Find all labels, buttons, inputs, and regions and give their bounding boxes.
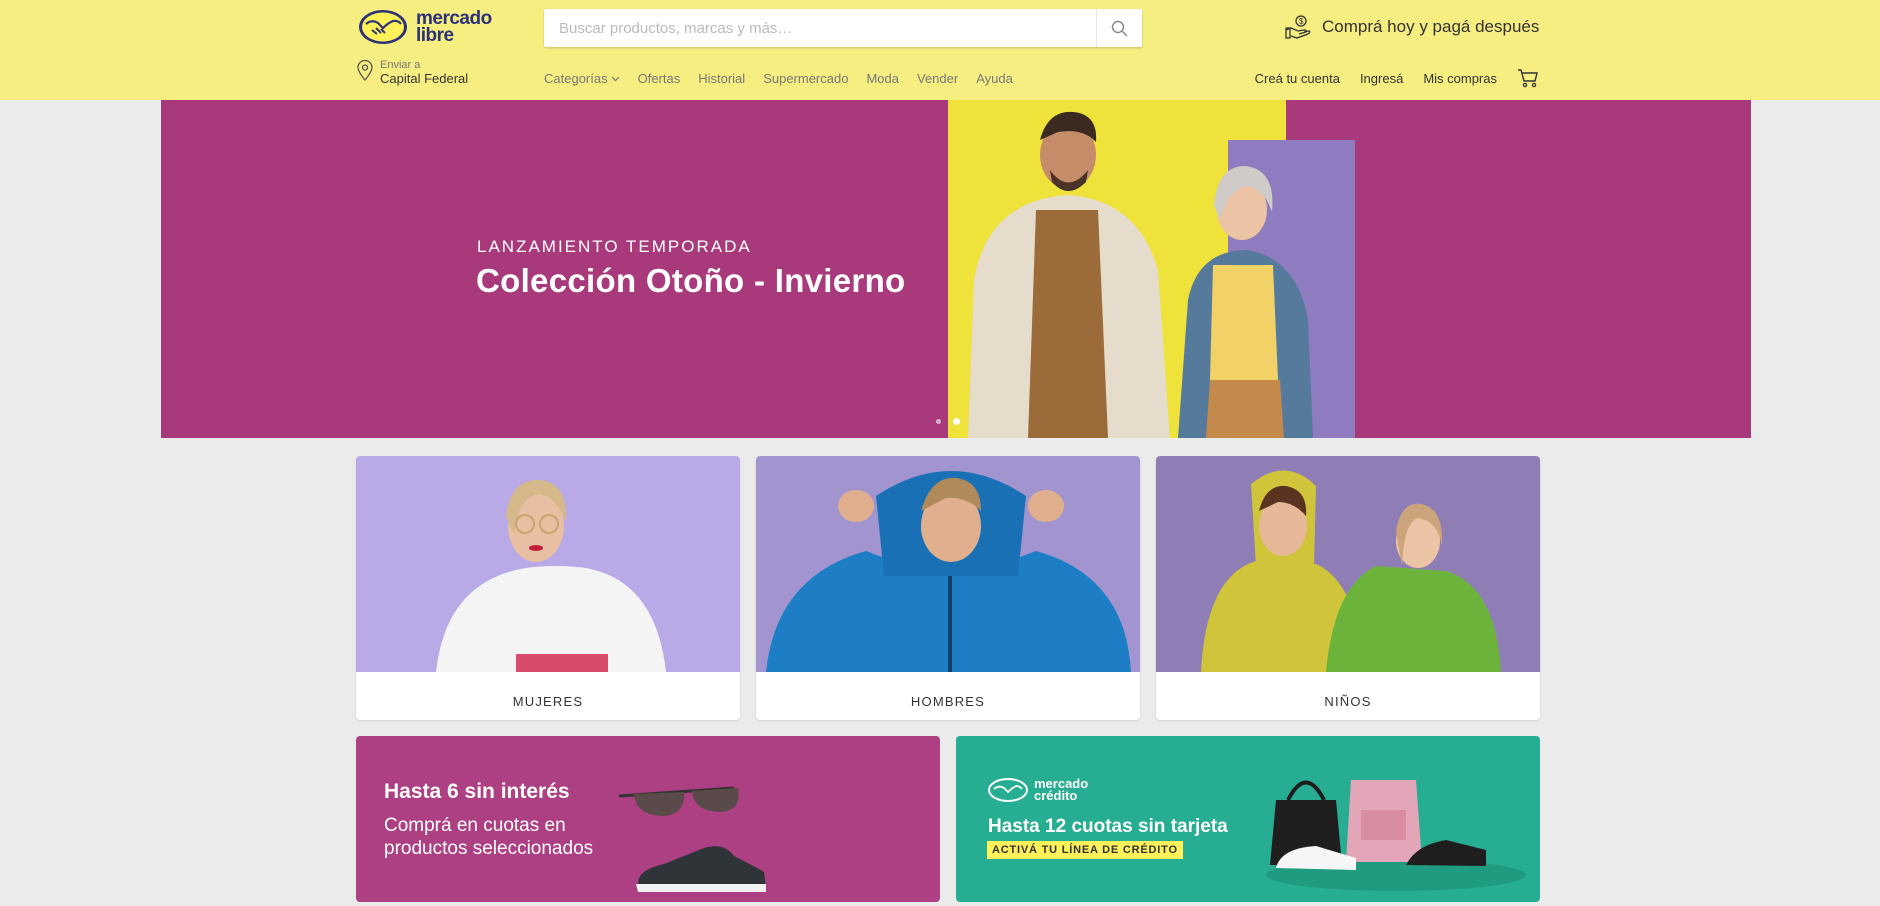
carousel-dot-1[interactable] [936,419,941,424]
location-pin-icon [357,59,373,81]
create-account-link[interactable]: Creá tu cuenta [1255,71,1340,86]
nav-label: Categorías [544,71,608,86]
hero-kicker: LANZAMIENTO TEMPORADA [477,237,752,256]
buy-now-pay-later-promo[interactable]: $ Comprá hoy y pagá después [1284,14,1539,40]
nav-vender[interactable]: Vender [917,71,958,86]
hero-carousel-dots [936,418,960,425]
hero-banner[interactable]: LANZAMIENTO TEMPORADA Colección Otoño - … [161,100,1751,438]
my-purchases-link[interactable]: Mis compras [1423,71,1497,86]
mercado-credito-banner[interactable]: mercado crédito Hasta 12 cuotas sin tarj… [956,736,1540,902]
handshake-logo-icon [988,778,1028,802]
category-card-ninos[interactable]: NIÑOS [1156,456,1540,720]
category-card-mujeres[interactable]: MUJERES [356,456,740,720]
cart-icon[interactable] [1517,68,1539,88]
search-button[interactable] [1096,9,1142,47]
category-label: MUJERES [512,693,584,709]
location-value: Capital Federal [380,71,469,86]
credito-title: Hasta 12 cuotas sin tarjeta [988,816,1228,837]
search-input[interactable] [544,9,1096,47]
mercado-credito-logo: mercado crédito [988,777,1088,803]
search-icon [1111,20,1128,37]
hero-fashion-photo [948,100,1366,438]
promo-text: Comprá hoy y pagá después [1322,17,1540,36]
mercadolibre-logo[interactable]: mercado libre [358,9,492,45]
account-nav: Creá tu cuenta Ingresá Mis compras [1255,68,1539,88]
nav-ofertas[interactable]: Ofertas [638,71,681,86]
installments-title: Hasta 6 sin interés [384,780,570,803]
logo-line2: libre [416,25,454,46]
installments-subtitle: Comprá en cuotas en productos selecciona… [384,815,594,859]
nav-ayuda[interactable]: Ayuda [976,71,1013,86]
main-nav: Categorías Ofertas Historial Supermercad… [544,71,1013,86]
carousel-dot-2[interactable] [953,418,960,425]
search-bar [544,9,1142,47]
installments-banner[interactable]: Hasta 6 sin interés Comprá en cuotas en … [356,736,940,902]
chevron-down-icon [611,76,620,81]
category-label: HOMBRES [910,693,986,709]
bags-shoes-image [1266,780,1526,891]
ninos-photo [1156,456,1540,672]
nav-categorias[interactable]: Categorías [544,71,620,86]
nav-moda[interactable]: Moda [866,71,899,86]
sunglasses-sneakers-image [618,786,766,892]
hero-title: Colección Otoño - Invierno [476,262,906,299]
header: mercado libre $ Comprá hoy y pagá despué… [0,0,1880,100]
category-label: NIÑOS [1324,693,1372,709]
mujeres-photo [356,456,740,672]
login-link[interactable]: Ingresá [1360,71,1403,86]
hombres-photo [756,456,1140,672]
credito-logo-line2: crédito [1034,788,1078,803]
nav-historial[interactable]: Historial [698,71,745,86]
activate-credit-cta[interactable]: ACTIVÁ TU LÍNEA DE CRÉDITO [987,841,1183,859]
nav-supermercado[interactable]: Supermercado [763,71,848,86]
category-card-hombres[interactable]: HOMBRES [756,456,1140,720]
shipping-location[interactable]: Enviar a Capital Federal [356,59,468,87]
location-label: Enviar a [380,59,421,71]
hand-money-icon: $ [1285,15,1311,39]
handshake-logo-icon [359,10,407,44]
svg-text:$: $ [1299,17,1304,26]
